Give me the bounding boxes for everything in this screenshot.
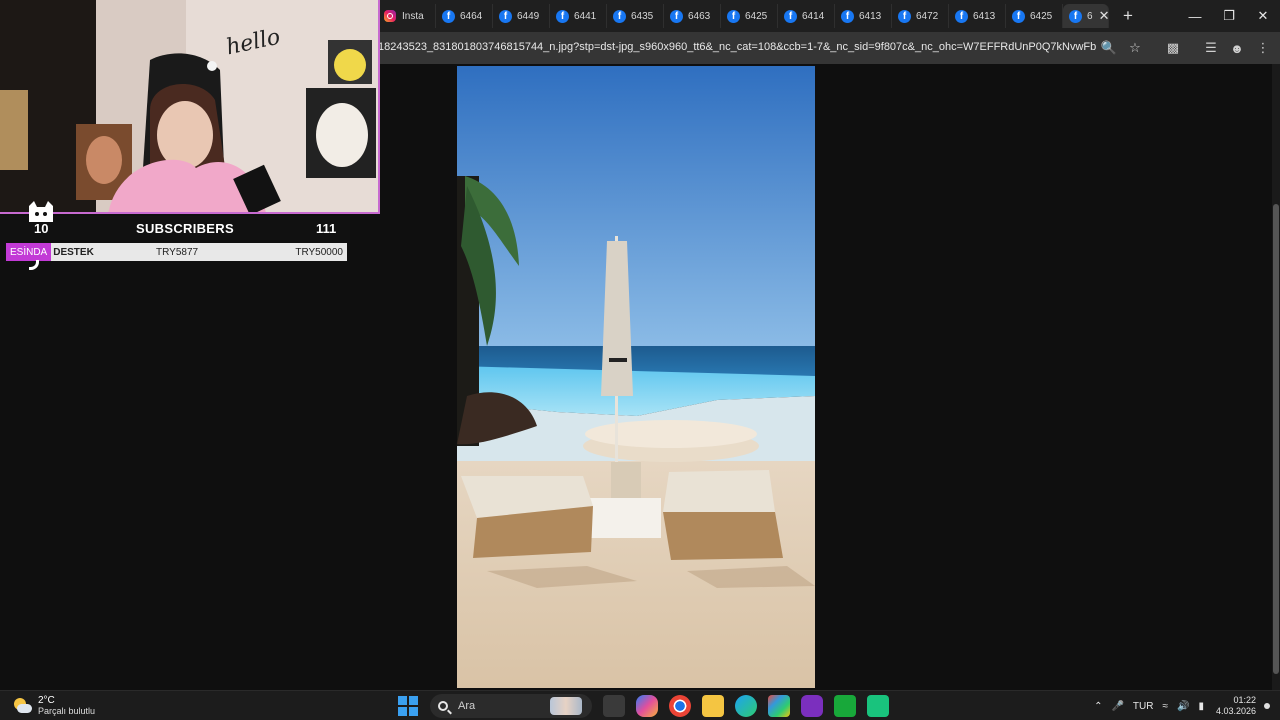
browser-tab[interactable]: f 6464 <box>436 4 493 28</box>
restore-icon[interactable]: ❐ <box>1212 0 1246 32</box>
pool-photo[interactable] <box>457 66 815 688</box>
facebook-icon: f <box>613 9 626 23</box>
tab-label: 6 <box>1087 10 1093 22</box>
tab-label: 6414 <box>802 10 825 22</box>
facebook-icon: f <box>955 9 968 23</box>
subscribers-label: SUBSCRIBERS <box>136 220 234 236</box>
facebook-icon: f <box>499 9 512 23</box>
browser-tab[interactable]: f 6425 <box>721 4 778 28</box>
cat-logo-icon <box>29 201 53 222</box>
goal-target: TRY50000 <box>295 246 343 258</box>
facebook-icon: f <box>898 9 911 23</box>
tab-label: 6449 <box>517 10 540 22</box>
battery-icon[interactable]: ▮ <box>1198 701 1204 712</box>
tab-label: 6464 <box>460 10 483 22</box>
browser-tab[interactable]: f 6425 <box>1006 4 1063 28</box>
taskbar-apps: Ara <box>398 694 889 718</box>
browser-tab[interactable]: f 6414 <box>778 4 835 28</box>
facebook-icon: f <box>1012 9 1025 23</box>
facebook-icon: f <box>442 9 455 23</box>
start-windows-icon[interactable] <box>398 696 418 716</box>
webcam-overlay: hello <box>0 0 380 214</box>
chevron-up-icon[interactable]: ⌃ <box>1094 701 1102 712</box>
minimize-icon[interactable]: — <box>1178 0 1212 32</box>
scrollbar-thumb[interactable] <box>1273 204 1279 674</box>
tab-label: 6425 <box>745 10 768 22</box>
goal-tag: ESİNDA <box>6 243 52 261</box>
microphone-icon[interactable]: 🎤 <box>1111 701 1123 712</box>
profile-icon[interactable]: ☻ <box>1224 38 1250 58</box>
facebook-icon: f <box>670 9 683 23</box>
system-tray: ⌃ 🎤 TUR ≈ 🔊 ▮ 01:22 4.03.2026 <box>1085 694 1270 718</box>
extensions-icon[interactable]: ▩ <box>1160 38 1186 58</box>
taskbar-search[interactable]: Ara <box>430 694 592 718</box>
file-explorer-icon[interactable] <box>702 695 724 717</box>
facebook-icon: f <box>727 9 740 23</box>
search-icon <box>438 701 448 711</box>
bookmark-star-icon[interactable]: ☆ <box>1122 38 1148 58</box>
tab-label: 6441 <box>574 10 597 22</box>
clock-time: 01:22 <box>1233 695 1256 705</box>
active-browser-tab[interactable]: f 6 ✕ <box>1063 4 1109 28</box>
search-highlight-image <box>550 697 582 715</box>
facebook-icon: f <box>1069 9 1082 23</box>
goal-current: TRY5877 <box>156 246 199 258</box>
tab-label: 6435 <box>631 10 654 22</box>
copilot-icon[interactable] <box>636 695 658 717</box>
wifi-icon[interactable]: ≈ <box>1162 701 1168 712</box>
windows-taskbar: 2°C Parçalı bulutlu Ara ⌃ 🎤 TUR ≈ 🔊 ▮ 01… <box>0 690 1280 720</box>
facebook-icon: f <box>841 9 854 23</box>
donation-goal-bar: ESİNDA DESTEK TRY5877 TRY50000 <box>6 243 347 261</box>
language-indicator[interactable]: TUR <box>1133 701 1154 712</box>
browser-tab[interactable]: f 6413 <box>835 4 892 28</box>
browser-tab[interactable]: f 6435 <box>607 4 664 28</box>
clock-date: 4.03.2026 <box>1215 706 1256 716</box>
streamlabs-icon[interactable] <box>867 695 889 717</box>
weather-widget[interactable]: 2°C Parçalı bulutlu <box>12 695 95 717</box>
search-placeholder: Ara <box>458 700 476 712</box>
scrollbar[interactable] <box>1272 64 1280 690</box>
notification-dot-icon[interactable] <box>1264 703 1270 709</box>
zoom-icon[interactable]: 🔍 <box>1096 38 1122 58</box>
browser-tab[interactable]: Insta <box>378 4 436 28</box>
browser-tab[interactable]: f 6441 <box>550 4 607 28</box>
address-bar[interactable]: 18243523_831801803746815744_n.jpg?stp=ds… <box>378 41 1096 53</box>
toolbar-icons: 🔍 ☆ ▩ ☰ ☻ ⋮ <box>1096 38 1276 58</box>
subscribers-count-right: 111 <box>316 220 337 236</box>
close-tab-icon[interactable]: ✕ <box>1099 8 1108 24</box>
xbox-icon[interactable] <box>834 695 856 717</box>
facebook-icon: f <box>784 9 797 23</box>
obs-icon[interactable] <box>801 695 823 717</box>
browser-tab[interactable]: f 6463 <box>664 4 721 28</box>
tab-label: Insta <box>402 10 424 22</box>
menu-icon[interactable]: ⋮ <box>1250 38 1276 58</box>
weather-temp: 2°C <box>38 695 55 706</box>
weather-desc: Parçalı bulutlu <box>38 706 96 716</box>
window-controls: — ❐ ✕ <box>1178 0 1280 32</box>
tab-label: 6425 <box>1030 10 1053 22</box>
edge-icon[interactable] <box>735 695 757 717</box>
chrome-icon[interactable] <box>669 695 691 717</box>
instagram-icon <box>384 10 396 22</box>
facebook-icon: f <box>556 9 569 23</box>
task-view-icon[interactable] <box>603 695 625 717</box>
tab-label: 6463 <box>688 10 711 22</box>
volume-icon[interactable]: 🔊 <box>1177 701 1189 712</box>
browser-tab[interactable]: f 6472 <box>892 4 949 28</box>
goal-label: DESTEK <box>53 246 94 258</box>
tab-label: 6413 <box>859 10 882 22</box>
tab-label: 6472 <box>916 10 939 22</box>
close-window-icon[interactable]: ✕ <box>1246 0 1280 32</box>
media-controls-icon[interactable]: ☰ <box>1198 38 1224 58</box>
browser-tab[interactable]: f 6413 <box>949 4 1006 28</box>
tab-list: Insta f 6464 f 6449 f 6441 f 6435 f 6463 f 6425 f 6414… <box>378 4 1133 28</box>
clock[interactable]: 01:22 4.03.2026 <box>1216 695 1256 717</box>
store-icon[interactable] <box>768 695 790 717</box>
tab-label: 6413 <box>973 10 996 22</box>
browser-tab[interactable]: f 6449 <box>493 4 550 28</box>
new-tab-button[interactable]: + <box>1123 6 1133 26</box>
partly-cloudy-icon <box>12 697 32 715</box>
